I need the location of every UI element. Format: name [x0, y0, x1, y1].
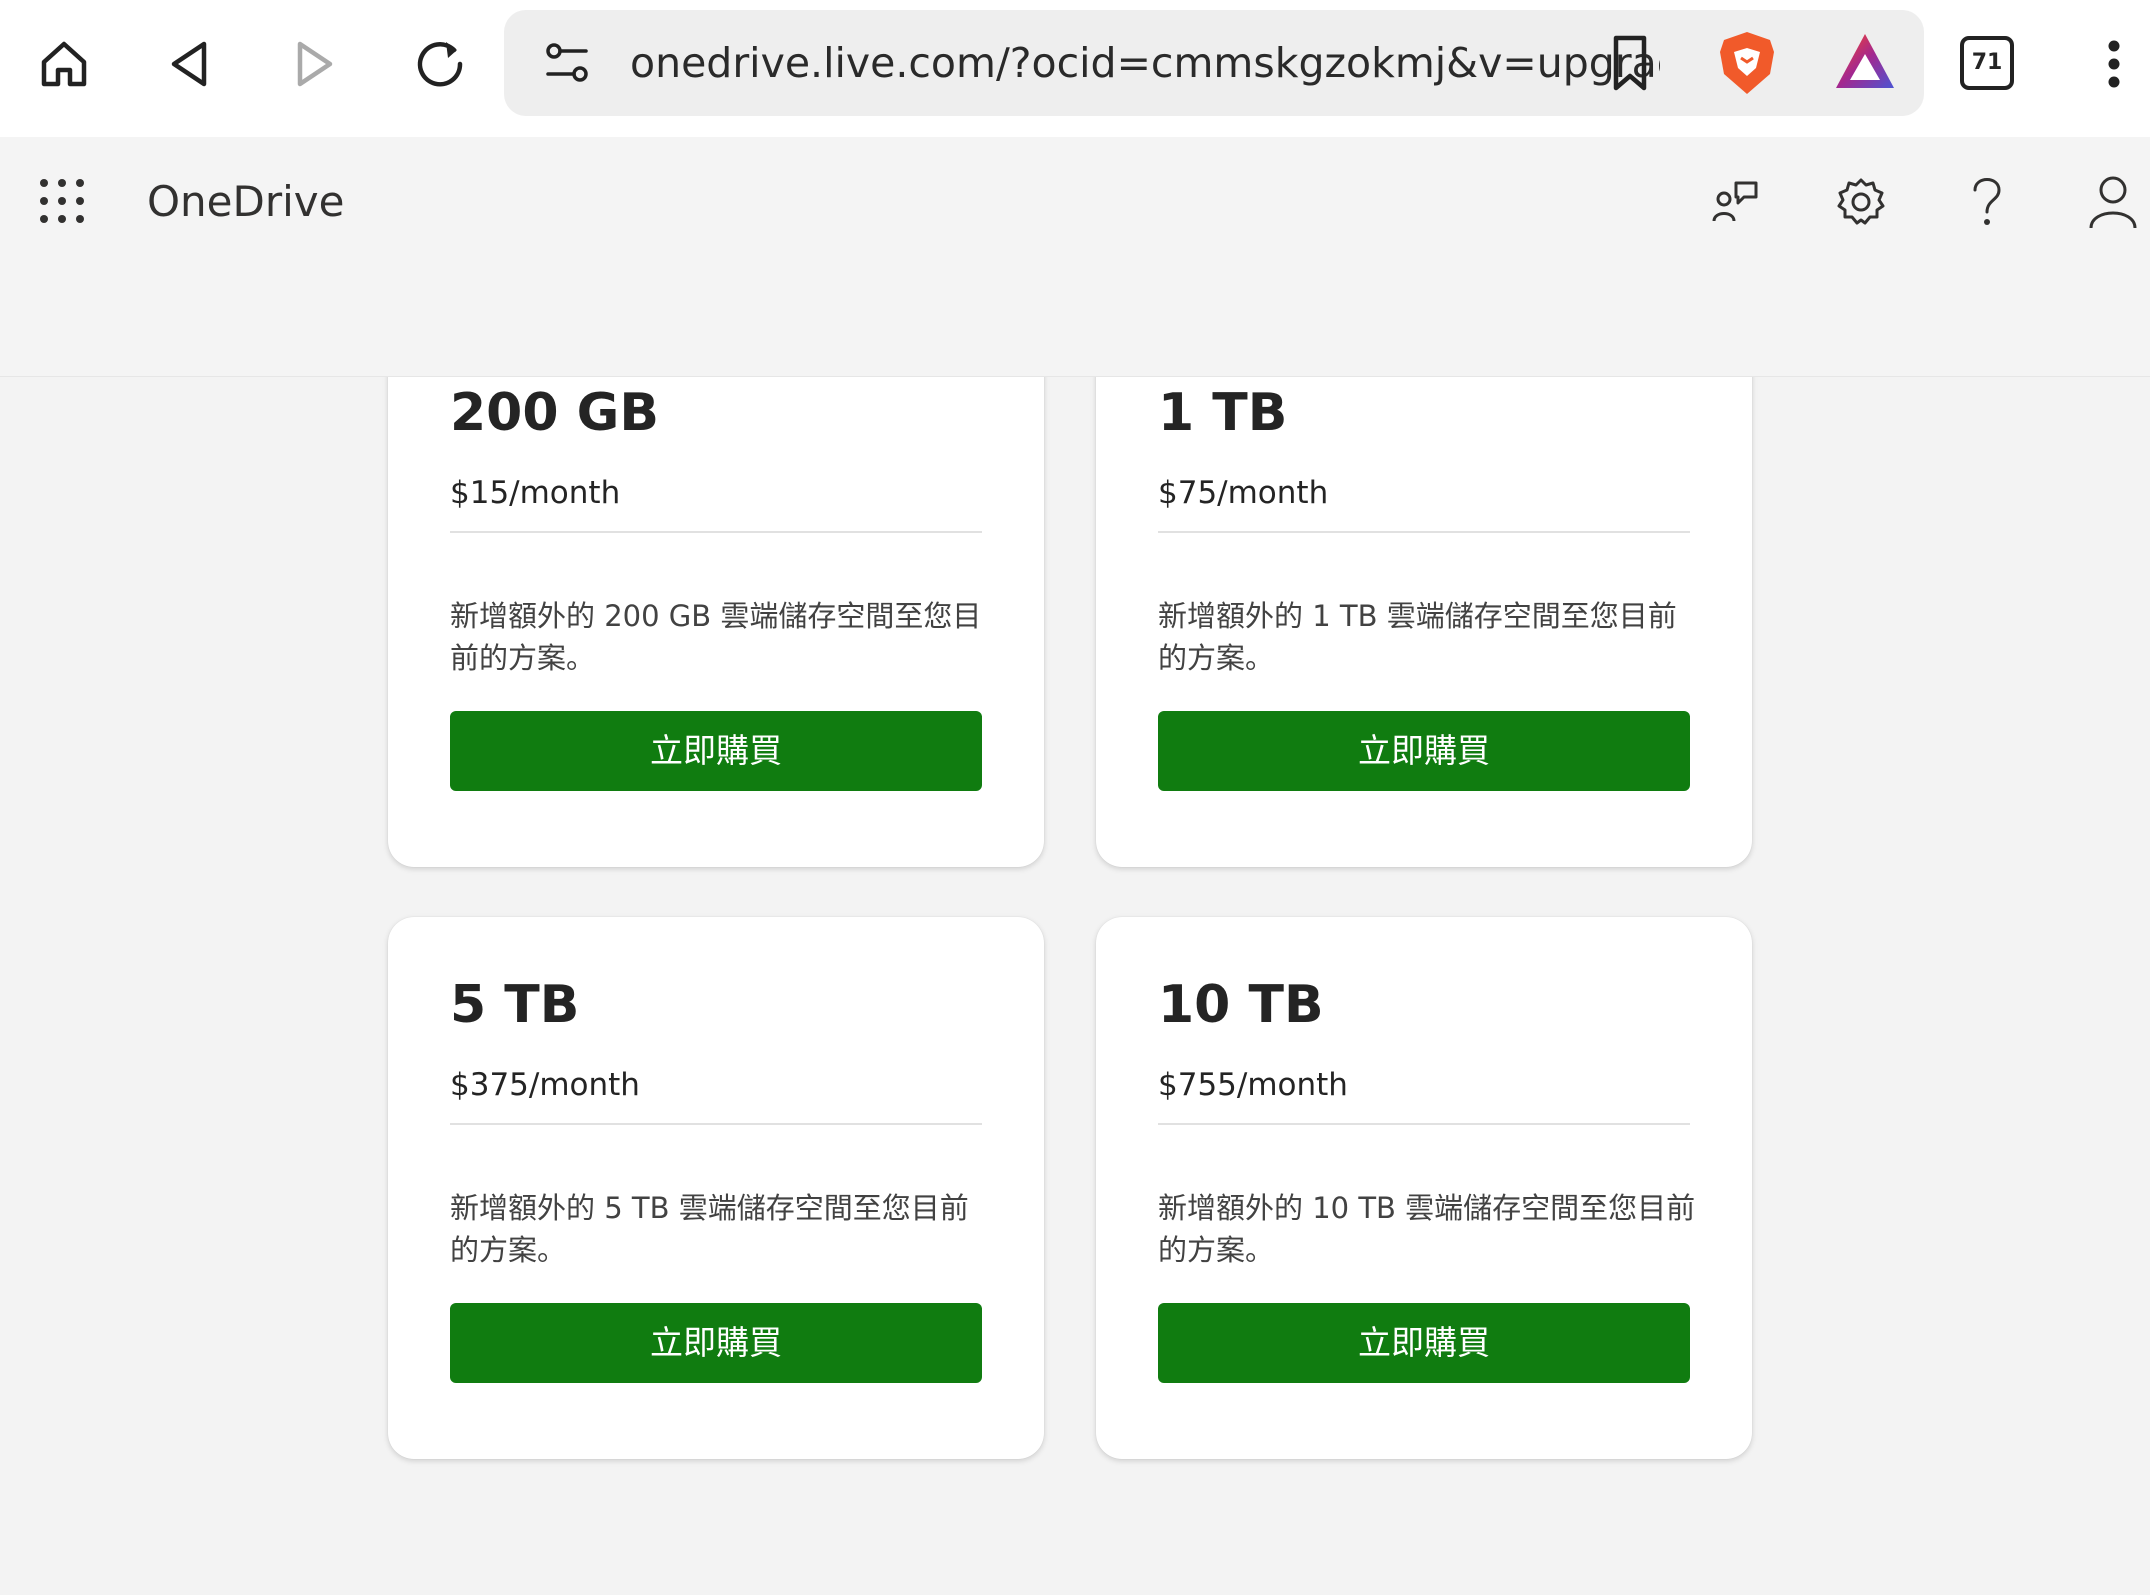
- plan-price: $375/month: [450, 1067, 640, 1103]
- settings-icon[interactable]: [1826, 167, 1896, 237]
- buy-now-button[interactable]: 立即購買: [1158, 1303, 1690, 1383]
- buy-now-button[interactable]: 立即購買: [450, 1303, 982, 1383]
- forward-icon[interactable]: [278, 28, 350, 100]
- plan-card-1tb: 1 TB $75/month 新增額外的 1 TB 雲端儲存空間至您目前的方案。…: [1096, 377, 1752, 867]
- more-menu-icon[interactable]: [2078, 28, 2150, 100]
- plan-description: 新增額外的 1 TB 雲端儲存空間至您目前的方案。: [1158, 599, 1677, 675]
- plan-title: 1 TB: [1158, 383, 1288, 443]
- brave-shields-icon[interactable]: [1712, 28, 1782, 103]
- plan-title: 10 TB: [1158, 975, 1324, 1035]
- bookmark-icon[interactable]: [1600, 32, 1660, 99]
- help-icon[interactable]: [1952, 167, 2022, 237]
- plan-description: 新增額外的 10 TB 雲端儲存空間至您目前的方案。: [1158, 1191, 1696, 1267]
- divider: [450, 531, 982, 533]
- address-bar[interactable]: onedrive.live.com/?ocid=cmmskgzokmj&v=up…: [504, 10, 1924, 116]
- plan-price: $755/month: [1158, 1067, 1348, 1103]
- tabs-icon[interactable]: 71: [1960, 36, 2014, 90]
- brave-rewards-icon[interactable]: [1830, 28, 1900, 103]
- app-title[interactable]: OneDrive: [147, 177, 345, 226]
- account-icon[interactable]: [2078, 167, 2148, 237]
- app-launcher-icon[interactable]: [38, 177, 86, 230]
- feedback-icon[interactable]: [1700, 167, 1770, 237]
- buy-now-button[interactable]: 立即購買: [1158, 711, 1690, 791]
- reload-icon[interactable]: [404, 28, 476, 100]
- plan-card-10tb: 10 TB $755/month 新增額外的 10 TB 雲端儲存空間至您目前的…: [1096, 917, 1752, 1459]
- plan-description: 新增額外的 5 TB 雲端儲存空間至您目前的方案。: [450, 1191, 969, 1267]
- url-text[interactable]: onedrive.live.com/?ocid=cmmskgzokmj&v=up…: [630, 10, 1660, 116]
- divider: [1158, 1123, 1690, 1125]
- buy-now-button[interactable]: 立即購買: [450, 711, 982, 791]
- home-icon[interactable]: [28, 28, 100, 100]
- back-icon[interactable]: [154, 28, 226, 100]
- plan-title: 200 GB: [450, 383, 659, 443]
- browser-toolbar: onedrive.live.com/?ocid=cmmskgzokmj&v=up…: [0, 0, 2150, 137]
- plan-card-200gb: 200 GB $15/month 新增額外的 200 GB 雲端儲存空間至您目前…: [388, 377, 1044, 867]
- divider: [1158, 531, 1690, 533]
- plan-price: $15/month: [450, 475, 621, 511]
- plan-title: 5 TB: [450, 975, 580, 1035]
- divider: [450, 1123, 982, 1125]
- plan-price: $75/month: [1158, 475, 1329, 511]
- plan-card-5tb: 5 TB $375/month 新增額外的 5 TB 雲端儲存空間至您目前的方案…: [388, 917, 1044, 1459]
- plan-description: 新增額外的 200 GB 雲端儲存空間至您目前的方案。: [450, 599, 982, 675]
- app-header: OneDrive: [0, 137, 2150, 377]
- storage-plans-area: 200 GB $15/month 新增額外的 200 GB 雲端儲存空間至您目前…: [0, 377, 2150, 1595]
- site-settings-icon[interactable]: [540, 36, 594, 95]
